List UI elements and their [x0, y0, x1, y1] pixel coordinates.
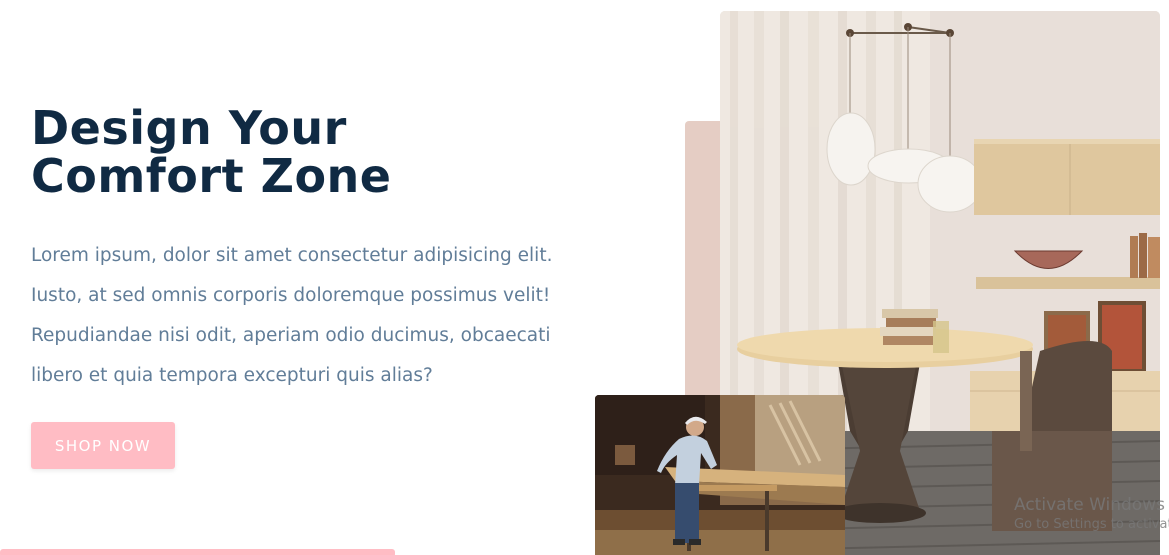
hero-section: Design Your Comfort Zone Lorem ipsum, do… — [0, 0, 1169, 555]
hero-title-line-1: Design Your — [31, 101, 347, 155]
windows-activation-watermark: Activate Windows Go to Settings to activ… — [1014, 494, 1169, 534]
hero-description-line: Lorem ipsum, dolor sit amet consectetur … — [31, 245, 553, 266]
watermark-subtitle: Go to Settings to activate Windows. — [1014, 517, 1169, 532]
hero-title: Design Your Comfort Zone — [31, 104, 392, 200]
watermark-title: Activate Windows — [1014, 495, 1165, 515]
hero-description-line: Iusto, at sed omnis corporis doloremque … — [31, 285, 551, 306]
bottom-accent-bar — [0, 549, 395, 555]
workshop-image — [595, 395, 845, 555]
hero-description-line: libero et quia tempora excepturi quis al… — [31, 365, 433, 386]
hero-title-line-2: Comfort Zone — [31, 149, 392, 203]
shop-now-button[interactable]: SHOP NOW — [31, 422, 175, 469]
hero-description-line: Repudiandae nisi odit, aperiam odio duci… — [31, 325, 551, 346]
hero-description: Lorem ipsum, dolor sit amet consectetur … — [31, 236, 553, 396]
